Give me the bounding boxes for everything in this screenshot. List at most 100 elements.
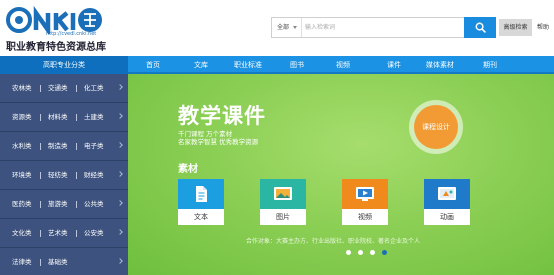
separator [40,230,41,237]
banner-subtitle: 名家教学智慧 优秀教学资源 [178,138,259,146]
sidebar-item[interactable]: 资源类 [12,103,32,131]
nav-item-journals[interactable]: 期刊 [475,56,505,74]
sidebar-item[interactable]: 农林类 [12,74,32,102]
card-label: 动画 [440,213,454,221]
sidebar-row: 环境类 轻纺类 财经类 [0,161,128,190]
courseware-banner[interactable]: 教学课件 千门课程 万个素材 名家教学智慧 优秀教学资源 课程设计 素材 文本 [128,74,554,275]
sidebar-item[interactable]: 材料类 [48,103,68,131]
separator [76,230,77,237]
search-icon [475,22,486,33]
separator [40,85,41,92]
card-label: 文本 [194,213,208,221]
search-button[interactable] [464,17,496,38]
card-icon-area [178,179,224,209]
nav-item-books[interactable]: 图书 [282,56,312,74]
sidebar-row: 医药类 旅游类 公共类 [0,190,128,219]
search-scope-label: 全部 [277,24,290,31]
nav-item-media[interactable]: 媒体素材 [420,56,460,74]
material-card-animation[interactable]: 动画 [424,179,470,225]
help-link[interactable]: 帮助 [537,19,549,36]
sidebar-item[interactable]: 财经类 [84,161,104,189]
sidebar-row: 法律类 基础类 [0,248,128,275]
image-icon [274,187,292,200]
separator [76,201,77,208]
sidebar-item[interactable]: 文化类 [12,219,32,247]
carousel-dot[interactable] [370,250,375,255]
card-label: 视频 [358,213,372,221]
chevron-right-icon [117,113,123,119]
carousel-dots [346,250,396,258]
carousel-dot[interactable] [358,250,363,255]
sidebar-item[interactable]: 电子类 [84,132,104,160]
sidebar-item[interactable]: 化工类 [84,74,104,102]
nav-item-courseware[interactable]: 课件 [379,56,409,74]
card-icon-area [342,179,388,209]
sidebar-row: 资源类 材料类 土建类 [0,103,128,132]
sidebar-row: 农林类 交通类 化工类 [0,74,128,103]
badge-label: 课程设计 [414,105,458,149]
sidebar-item[interactable]: 基础类 [48,248,68,275]
logo-subtitle: 职业教育特色资源总库 [6,42,106,53]
card-icon-area [260,179,306,209]
sidebar-item[interactable]: 艺术类 [48,219,68,247]
sidebar-item[interactable]: 医药类 [12,190,32,218]
carousel-dot-active[interactable] [382,250,387,255]
search-scope-select[interactable]: 全部 [272,18,302,37]
sidebar-item[interactable]: 公共类 [84,190,104,218]
nav-item-home[interactable]: 首页 [138,56,168,74]
advanced-search-button[interactable]: 高级检索 [499,19,532,36]
separator [76,114,77,121]
sidebar-item[interactable]: 公安类 [84,219,104,247]
chevron-right-icon [117,84,123,90]
material-card-text[interactable]: 文本 [178,179,224,225]
separator [76,143,77,150]
material-card-image[interactable]: 图片 [260,179,306,225]
search-input[interactable] [305,20,425,35]
separator [40,172,41,179]
separator [40,201,41,208]
separator [76,172,77,179]
chevron-right-icon [117,171,123,177]
cnki-logo-mark [6,6,102,34]
chevron-down-icon [293,26,297,29]
material-card-video[interactable]: 视频 [342,179,388,225]
nav-item-library[interactable]: 文库 [186,56,216,74]
animation-icon [438,187,456,200]
separator [40,143,41,150]
separator [76,85,77,92]
header: http://cvedl.cnki.net 职业教育特色资源总库 全部 高级检索… [0,0,554,56]
course-design-badge[interactable]: 课程设计 [409,100,463,154]
nav-category-title[interactable]: 高职专业分类 [0,56,128,74]
carousel-dot[interactable] [346,250,351,255]
main-nav: 高职专业分类 首页 文库 职业标准 图书 视频 课件 媒体素材 期刊 [0,56,554,74]
video-icon [356,187,374,201]
sidebar-item[interactable]: 法律类 [12,248,32,275]
card-icon-area [424,179,470,209]
sidebar-row: 水利类 制造类 电子类 [0,132,128,161]
document-icon [196,186,207,202]
partners-text: 合作对象：大赛主办方、行业出版社、职业院校、著名企业及个人 [246,238,421,245]
sidebar-item[interactable]: 旅游类 [48,190,68,218]
chevron-right-icon [117,258,123,264]
banner-title: 教学课件 [178,104,266,128]
chevron-right-icon [117,200,123,206]
sidebar-item[interactable]: 水利类 [12,132,32,160]
search-bar: 全部 [271,17,496,38]
nav-item-video[interactable]: 视频 [328,56,358,74]
chevron-right-icon [117,229,123,235]
sidebar-item[interactable]: 轻纺类 [48,161,68,189]
logo-url: http://cvedl.cnki.net [46,31,97,37]
sidebar-item[interactable]: 环境类 [12,161,32,189]
sidebar-item[interactable]: 制造类 [48,132,68,160]
cnki-logo[interactable]: http://cvedl.cnki.net 职业教育特色资源总库 [6,6,126,53]
nav-item-standards[interactable]: 职业标准 [228,56,268,74]
chevron-right-icon [117,142,123,148]
sidebar-item[interactable]: 交通类 [48,74,68,102]
card-label: 图片 [276,213,290,221]
separator [40,114,41,121]
page: http://cvedl.cnki.net 职业教育特色资源总库 全部 高级检索… [0,0,554,275]
materials-heading: 素材 [178,164,198,175]
category-sidebar: 农林类 交通类 化工类 资源类 材料类 土建类 水利类 制造类 电子类 环境类 [0,74,128,275]
sidebar-item[interactable]: 土建类 [84,103,104,131]
separator [40,259,41,266]
